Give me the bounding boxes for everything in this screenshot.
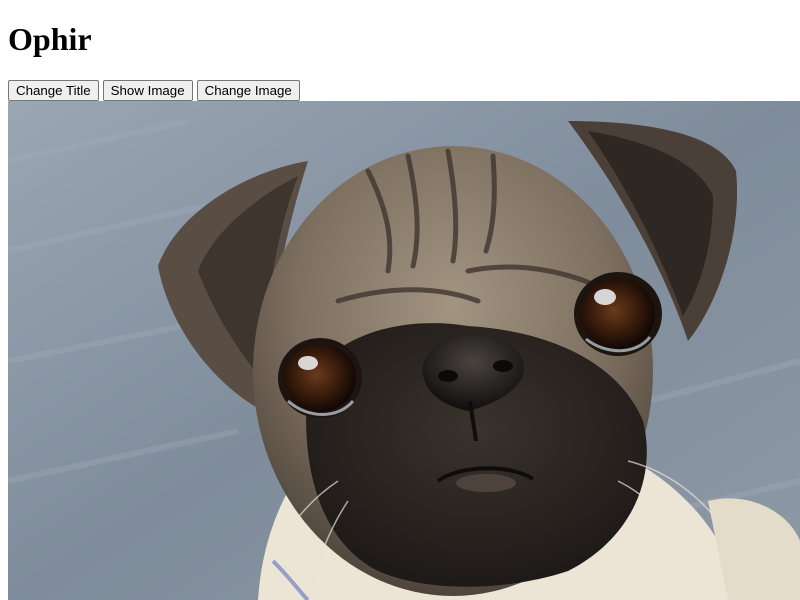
change-title-button[interactable]: Change Title [8, 80, 99, 101]
button-toolbar: Change Title Show Image Change Image [8, 80, 300, 101]
pug-photo [8, 101, 800, 600]
page-title: Ophir [8, 21, 92, 57]
show-image-button[interactable]: Show Image [102, 80, 193, 101]
pug-illustration [8, 101, 800, 600]
change-image-button[interactable]: Change Image [196, 80, 300, 101]
